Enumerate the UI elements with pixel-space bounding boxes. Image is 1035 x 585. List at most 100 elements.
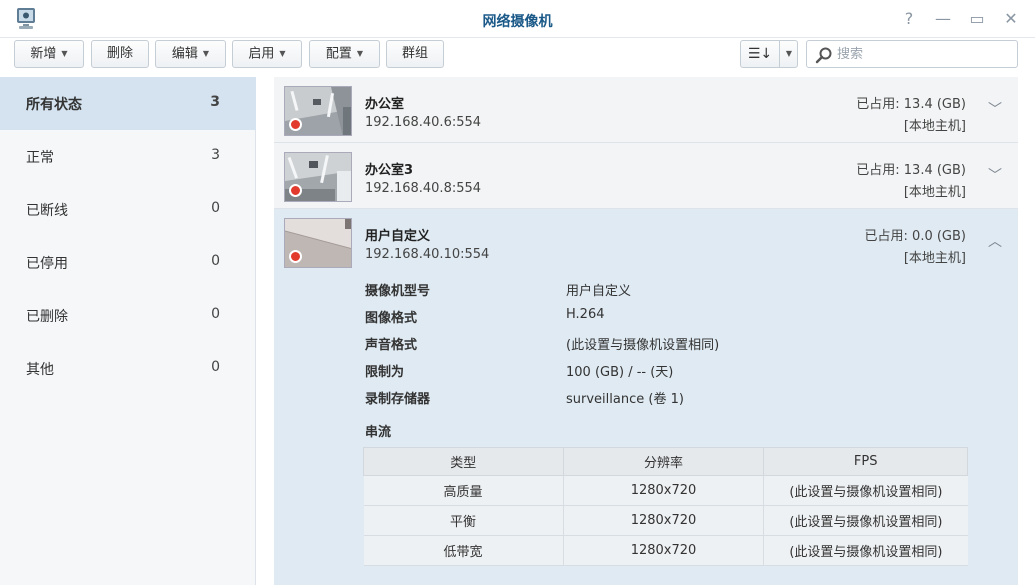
sidebar: 所有状态 3 正常 3 已断线 0 已停用 0 已删除 0 其他 0 [0, 77, 256, 585]
sidebar-item-count: 0 [211, 200, 220, 216]
table-row[interactable]: 平衡 1280x720 (此设置与摄像机设置相同) [363, 505, 968, 536]
stream-fps: (此设置与摄像机设置相同) [763, 505, 968, 536]
config-label: 配置 [325, 46, 352, 62]
detail-key: 图像格式 [365, 311, 418, 326]
chevron-down-icon: ▼ [61, 49, 68, 58]
maximize-icon[interactable]: ▭ [967, 9, 987, 29]
sidebar-item-count: 0 [211, 306, 220, 322]
camera-storage-used: 已占用: 13.4 (GB) [856, 97, 966, 112]
camera-ip: 192.168.40.10:554 [365, 247, 490, 262]
chevron-up-icon[interactable]: ︿ [986, 233, 1004, 251]
help-icon[interactable]: ? [899, 9, 919, 29]
camera-list: 办公室 192.168.40.6:554 已占用: 13.4 (GB) [本地主… [274, 77, 1018, 585]
stream-type: 平衡 [363, 505, 564, 536]
detail-key: 声音格式 [365, 338, 418, 353]
title-bar: 网络摄像机 ? — ▭ ✕ [0, 0, 1035, 38]
sidebar-item-count: 0 [211, 253, 220, 269]
detail-value: H.264 [566, 307, 605, 322]
recording-indicator-icon [289, 250, 302, 263]
chevron-down-icon[interactable]: ﹀ [986, 101, 1004, 119]
camera-host: [本地主机] [903, 185, 966, 200]
chevron-down-icon: ▼ [202, 49, 210, 58]
column-header-fps[interactable]: FPS [763, 447, 968, 476]
camera-ip: 192.168.40.6:554 [365, 115, 482, 130]
search-icon [815, 47, 832, 64]
sidebar-item-deleted[interactable]: 已删除 0 [0, 289, 256, 342]
sidebar-item-count: 3 [211, 147, 220, 163]
recording-indicator-icon [289, 118, 302, 131]
stream-resolution: 1280x720 [562, 475, 764, 506]
delete-button[interactable]: 删除 [91, 40, 149, 68]
enable-button[interactable]: 启用 ▼ [232, 40, 302, 68]
delete-label: 删除 [106, 46, 133, 61]
camera-thumbnail[interactable] [284, 86, 352, 136]
detail-value: surveillance (卷 1) [566, 392, 684, 407]
stream-fps: (此设置与摄像机设置相同) [763, 535, 968, 566]
chevron-down-icon: ▼ [356, 49, 364, 58]
sort-button[interactable]: ☰↓ ▼ [740, 40, 798, 68]
sort-icon: ☰↓ [747, 46, 773, 62]
search-box[interactable] [806, 40, 1018, 68]
column-header-resolution[interactable]: 分辨率 [562, 447, 765, 476]
camera-thumbnail[interactable] [284, 218, 352, 268]
new-button[interactable]: 新增 ▼ [14, 40, 84, 68]
chevron-down-icon[interactable]: ﹀ [986, 167, 1004, 185]
sidebar-item-count: 0 [211, 359, 220, 375]
stream-resolution: 1280x720 [562, 505, 764, 536]
camera-card[interactable]: 办公室3 192.168.40.8:554 已占用: 13.4 (GB) [本地… [274, 143, 1018, 209]
sidebar-item-label: 已停用 [26, 256, 68, 272]
sidebar-item-disabled[interactable]: 已停用 0 [0, 236, 256, 289]
stream-type: 低带宽 [363, 535, 564, 566]
detail-value: 用户自定义 [566, 284, 632, 299]
sidebar-item-other[interactable]: 其他 0 [0, 342, 256, 395]
close-icon[interactable]: ✕ [1001, 9, 1021, 29]
search-input[interactable] [837, 44, 1012, 64]
detail-key: 限制为 [365, 365, 405, 380]
camera-card[interactable]: 办公室 192.168.40.6:554 已占用: 13.4 (GB) [本地主… [274, 77, 1018, 143]
detail-value: 100 (GB) / -- (天) [566, 365, 674, 380]
sidebar-item-label: 正常 [26, 150, 54, 166]
window-title: 网络摄像机 [482, 14, 553, 30]
config-button[interactable]: 配置 ▼ [309, 40, 380, 68]
new-label: 新增 [30, 46, 57, 62]
group-button[interactable]: 群组 [386, 40, 444, 68]
toolbar: 新增 ▼ 删除 编辑 ▼ 启用 ▼ 配置 ▼ 群组 ☰↓ ▼ [0, 38, 1035, 76]
minimize-icon[interactable]: — [933, 9, 953, 29]
sidebar-item-all[interactable]: 所有状态 3 [0, 77, 256, 130]
camera-name: 用户自定义 [365, 229, 431, 244]
table-header-row: 类型 分辨率 FPS [363, 447, 968, 476]
streams-label: 串流 [365, 425, 392, 440]
sidebar-item-normal[interactable]: 正常 3 [0, 130, 256, 183]
sidebar-item-label: 已断线 [26, 203, 68, 219]
edit-button[interactable]: 编辑 ▼ [155, 40, 226, 68]
camera-storage-used: 已占用: 0.0 (GB) [864, 229, 966, 244]
camera-host: [本地主机] [903, 119, 966, 134]
detail-key: 摄像机型号 [365, 284, 431, 299]
sidebar-item-count: 3 [210, 94, 220, 110]
edit-label: 编辑 [171, 46, 198, 62]
enable-label: 启用 [248, 46, 275, 62]
sidebar-item-label: 已删除 [26, 309, 68, 325]
camera-host: [本地主机] [903, 251, 966, 266]
camera-thumbnail[interactable] [284, 152, 352, 202]
stream-fps: (此设置与摄像机设置相同) [763, 475, 968, 506]
detail-value: (此设置与摄像机设置相同) [566, 338, 720, 353]
camera-ip: 192.168.40.8:554 [365, 181, 482, 196]
detail-key: 录制存储器 [365, 392, 431, 407]
recording-indicator-icon [289, 184, 302, 197]
sidebar-item-disconnected[interactable]: 已断线 0 [0, 183, 256, 236]
streams-table: 类型 分辨率 FPS 高质量 1280x720 (此设置与摄像机设置相同) 平衡… [363, 447, 968, 566]
table-row[interactable]: 低带宽 1280x720 (此设置与摄像机设置相同) [363, 535, 968, 566]
camera-name: 办公室3 [365, 163, 414, 178]
stream-type: 高质量 [363, 475, 564, 506]
group-label: 群组 [401, 46, 428, 61]
sidebar-item-label: 其他 [26, 362, 54, 378]
chevron-down-icon: ▼ [279, 49, 286, 58]
table-row[interactable]: 高质量 1280x720 (此设置与摄像机设置相同) [363, 475, 968, 506]
chevron-down-icon[interactable]: ▼ [780, 41, 798, 67]
column-header-type[interactable]: 类型 [363, 447, 564, 476]
camera-storage-used: 已占用: 13.4 (GB) [856, 163, 966, 178]
sidebar-item-label: 所有状态 [26, 97, 82, 113]
stream-resolution: 1280x720 [562, 535, 764, 566]
camera-name: 办公室 [365, 97, 405, 112]
